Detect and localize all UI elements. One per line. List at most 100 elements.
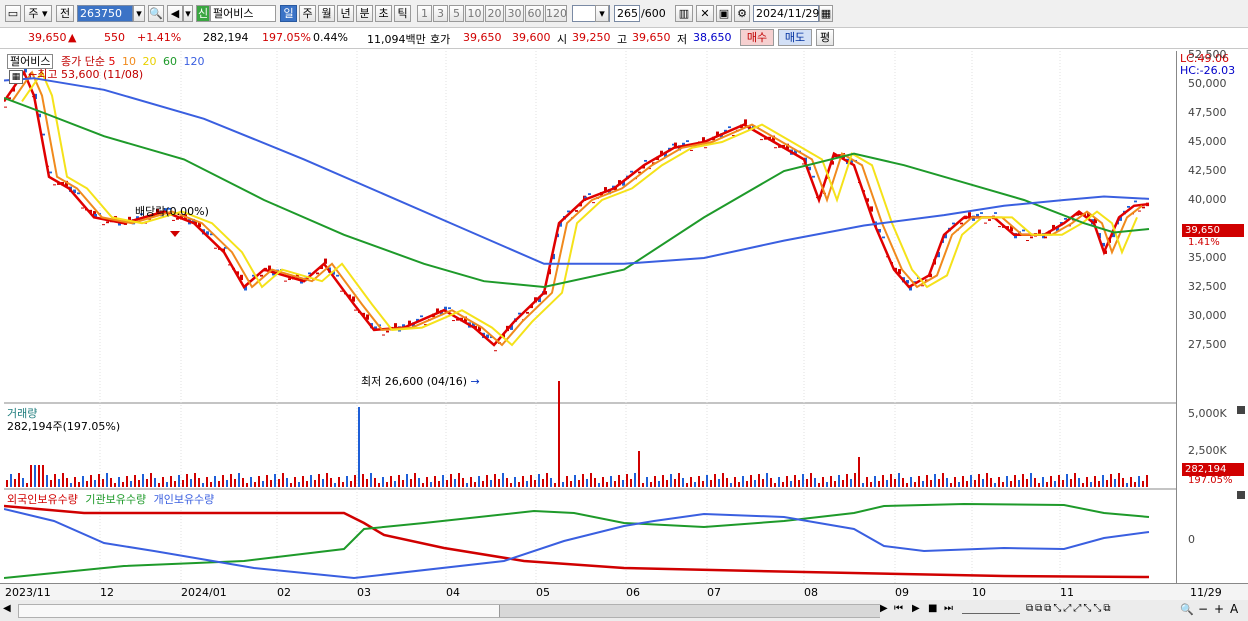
timeframe-3[interactable]: 년 <box>337 5 354 22</box>
timeframe-6[interactable]: 틱 <box>394 5 411 22</box>
tool-icons[interactable]: ⧉⧉⧉⤡⤢⤢⤡⤡⧉ <box>1026 603 1113 614</box>
volume-bar <box>478 476 480 487</box>
volume-bar <box>1014 475 1016 487</box>
volume-bar <box>234 479 236 487</box>
font-size-icon[interactable]: A <box>1230 602 1238 616</box>
interval-30[interactable]: 30 <box>505 5 524 22</box>
candle <box>354 309 357 311</box>
scroll-right-icon[interactable]: ▶ <box>880 603 888 614</box>
volume-bar <box>110 478 112 487</box>
interval-60[interactable]: 60 <box>525 5 544 22</box>
chart-area[interactable]: 펄어비스 종가 단순 5 10 20 60 120 ▦ ←최고 53,600 (… <box>2 51 1176 583</box>
rewind-icon[interactable]: ⏮ <box>894 603 903 614</box>
zoom-in-icon[interactable]: + <box>1214 602 1224 616</box>
speaker-dropdown-icon[interactable]: ▾ <box>183 5 193 22</box>
volume-bar <box>978 474 980 487</box>
timeframe-5[interactable]: 초 <box>375 5 392 22</box>
candle <box>728 126 731 129</box>
interval-3[interactable]: 3 <box>433 5 448 22</box>
timeframe-2[interactable]: 월 <box>318 5 335 22</box>
scroll-thumb[interactable] <box>499 605 880 617</box>
stock-code-input[interactable]: 263750 <box>77 5 133 22</box>
period-select-label: 주 <box>28 7 39 20</box>
volume-bar <box>962 476 964 487</box>
volume-bar <box>750 475 752 487</box>
prev-button[interactable]: 전 <box>56 5 74 22</box>
candle <box>704 147 707 149</box>
interval-10[interactable]: 10 <box>465 5 484 22</box>
search-icon[interactable]: 🔍 <box>148 5 164 22</box>
volume-bar <box>74 477 76 487</box>
volume-bar <box>378 483 380 487</box>
count-input[interactable]: 265 <box>614 5 640 22</box>
volume-bar <box>878 481 880 487</box>
volume-bar <box>426 477 428 487</box>
speaker-icon[interactable]: ◀ <box>167 5 183 22</box>
candle-icon[interactable]: ▥ <box>675 5 693 22</box>
volume-bar <box>718 479 720 487</box>
period-select[interactable]: 주 ▾ <box>24 5 52 22</box>
interval-5[interactable]: 5 <box>449 5 464 22</box>
stop-icon[interactable]: ■ <box>928 603 937 614</box>
interval-20[interactable]: 20 <box>485 5 504 22</box>
timeframe-4[interactable]: 분 <box>356 5 373 22</box>
volume-bar <box>142 474 144 487</box>
volume-bar <box>54 474 56 487</box>
volume-bar <box>1094 476 1096 487</box>
zoom-icon[interactable]: 🔍 <box>1180 603 1194 616</box>
candle <box>382 334 385 336</box>
holding-panel-close-icon[interactable] <box>1237 491 1245 499</box>
volume-bar <box>574 475 576 487</box>
sell-button[interactable]: 매도 <box>778 29 812 46</box>
volume-bar <box>1106 480 1108 487</box>
volume-bar <box>610 476 612 487</box>
code-dropdown-icon[interactable]: ▾ <box>133 5 145 22</box>
volume-bar <box>666 480 668 487</box>
gear-icon[interactable]: ⚙ <box>734 5 750 22</box>
individual-legend[interactable]: 개인보유수량 <box>154 493 215 506</box>
chart-type-icon[interactable]: ▭ <box>5 5 21 22</box>
eval-button[interactable]: 평 <box>816 29 834 46</box>
volume-bar <box>706 475 708 487</box>
interval-dropdown-icon[interactable]: ▾ <box>595 5 609 22</box>
bid1: 39,650 <box>463 31 502 44</box>
timeframe-1[interactable]: 주 <box>299 5 316 22</box>
volume-bar <box>370 473 372 487</box>
timeframe-0[interactable]: 일 <box>280 5 297 22</box>
volume-bar <box>82 476 84 487</box>
draw-tool-icon[interactable]: ✕ <box>696 5 714 22</box>
volume-bar <box>66 478 68 487</box>
candle <box>102 224 105 226</box>
scroll-left-icon[interactable]: ◀ <box>3 603 15 617</box>
interval-1[interactable]: 1 <box>417 5 432 22</box>
volume-bar <box>674 479 676 487</box>
volume-bar <box>678 473 680 487</box>
table-icon[interactable]: ▦ <box>9 70 23 84</box>
volume-bar <box>970 475 972 487</box>
volume-bar <box>770 478 772 487</box>
play-icon[interactable]: ▶ <box>912 603 920 614</box>
save-icon[interactable]: ▣ <box>716 5 732 22</box>
buy-button[interactable]: 매수 <box>740 29 774 46</box>
stock-name-field[interactable]: 펄어비스 <box>210 5 276 22</box>
volume-bar <box>306 481 308 487</box>
volume-bar <box>310 475 312 487</box>
scroll-track[interactable] <box>18 604 880 618</box>
volume-bar <box>126 476 128 487</box>
volume-bar <box>646 477 648 487</box>
volume-bar <box>714 474 716 487</box>
institution-legend[interactable]: 기관보유수량 <box>85 493 146 506</box>
forward-icon[interactable]: ⏭ <box>944 603 953 614</box>
calendar-icon[interactable]: ▦ <box>819 5 833 22</box>
date-input[interactable]: 2024/11/29 <box>753 5 819 22</box>
volume-bar <box>998 477 1000 487</box>
volume-bar <box>702 481 704 487</box>
zoom-slider[interactable] <box>962 605 1020 614</box>
volume-bar <box>238 473 240 487</box>
interval-120[interactable]: 120 <box>545 5 567 22</box>
volume-panel-close-icon[interactable] <box>1237 406 1245 414</box>
volume-bar <box>30 465 32 487</box>
foreign-legend[interactable]: 외국인보유수량 <box>7 493 78 506</box>
candle <box>448 307 451 310</box>
zoom-out-icon[interactable]: − <box>1198 602 1208 616</box>
